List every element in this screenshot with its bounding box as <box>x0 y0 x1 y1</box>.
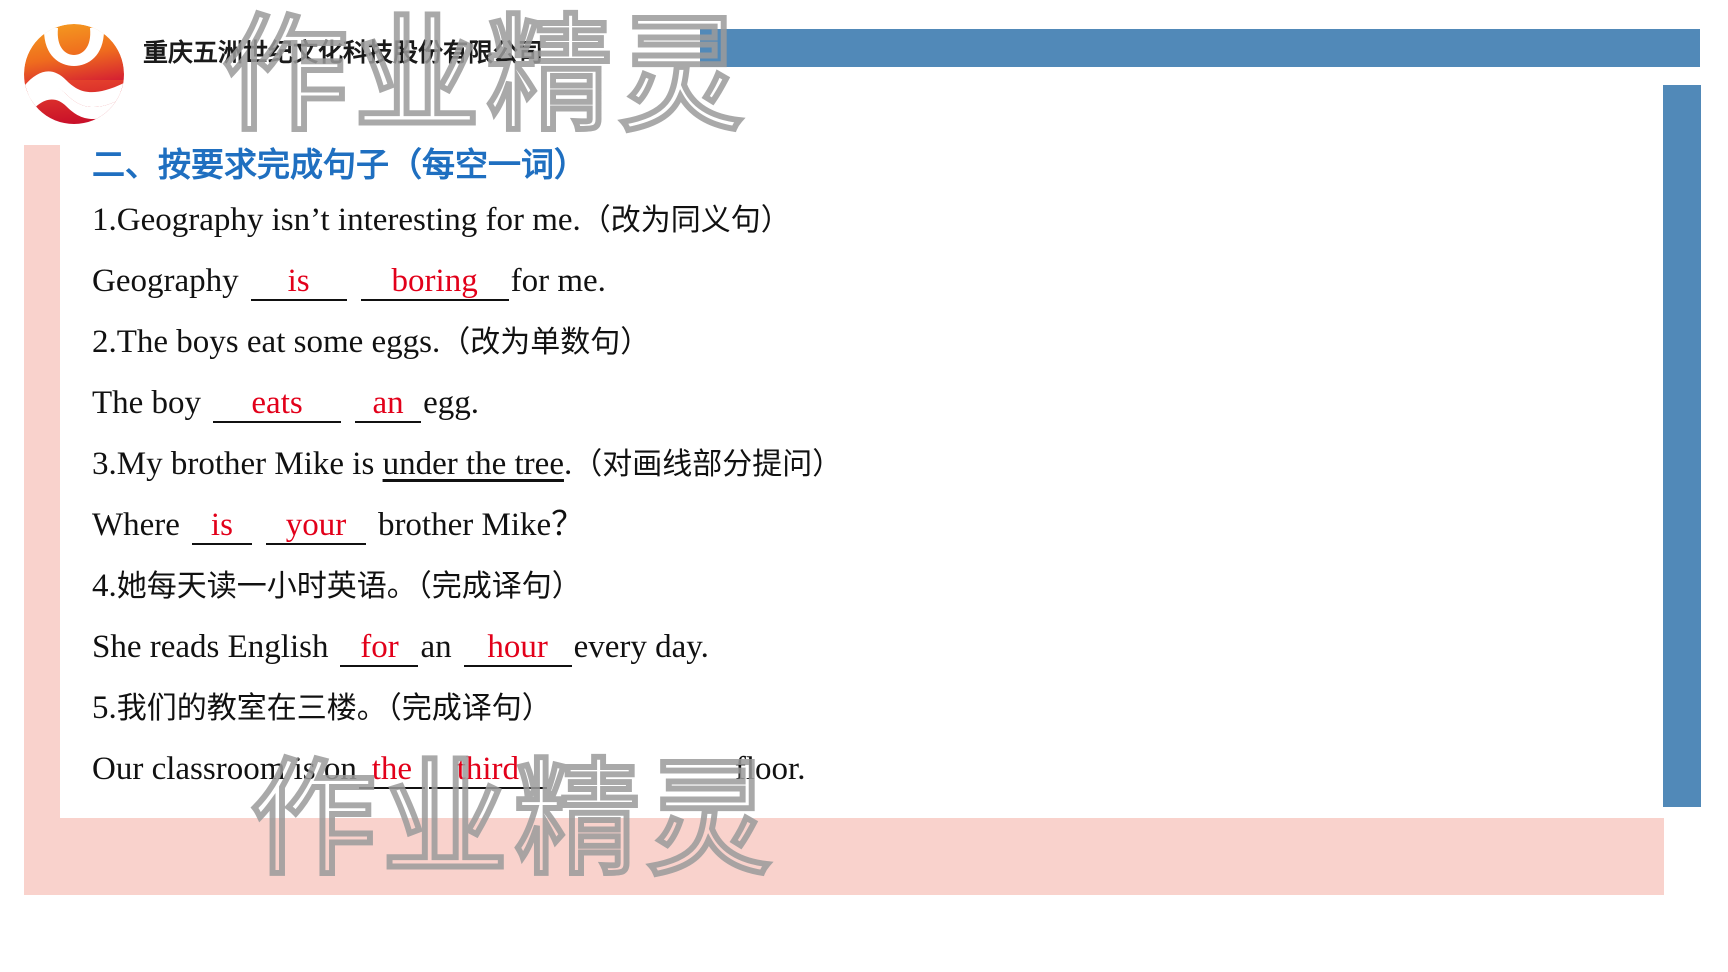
watermark-top: 作业精灵 <box>221 1 750 150</box>
right-blue-bar <box>1663 85 1701 807</box>
question-2-prompt: 2.The boys eat some eggs.（改为单数句） <box>92 312 1632 373</box>
question-1-prompt: 1.Geography isn’t interesting for me.（改为… <box>92 190 1632 251</box>
q3-number: 3. <box>92 446 117 482</box>
q3-prompt-underlined: under the tree <box>382 446 564 482</box>
left-pink-bar <box>24 145 60 888</box>
exercise-content: 二、按要求完成句子（每空一词） 1.Geography isn’t intere… <box>92 140 1632 800</box>
q3-prompt-post: . <box>563 446 573 482</box>
q2-answer-suffix: egg. <box>423 385 479 421</box>
q1-blank-2[interactable]: boring <box>360 264 509 301</box>
section-title: 二、按要求完成句子（每空一词） <box>92 145 587 184</box>
q2-prompt-en: The boys eat some eggs. <box>116 324 441 360</box>
bottom-pink-bar <box>24 818 1664 895</box>
q2-answer-prefix: The boy <box>92 385 202 421</box>
q3-prompt-cn: （对画线部分提问） <box>572 447 843 482</box>
q5-answer-prefix: Our classroom is on <box>92 751 357 787</box>
q1-answer-prefix: Geography <box>92 263 239 299</box>
sun-wave-logo-icon <box>22 22 126 126</box>
q1-blank-1[interactable]: is <box>250 264 347 301</box>
q2-number: 2. <box>92 324 117 360</box>
question-5-answer: Our classroom is on the third floor. <box>92 739 1632 800</box>
q4-blank-2[interactable]: hour <box>463 630 572 667</box>
q4-number: 4. <box>92 568 117 604</box>
q2-blank-1[interactable]: eats <box>213 386 342 423</box>
q5-answer-suffix: floor. <box>734 751 806 787</box>
q3-blank-2[interactable]: your <box>265 508 366 545</box>
company-name: 重庆五洲世纪文化科技股份有限公司 <box>143 38 544 67</box>
q3-answer-suffix: brother Mike？ <box>377 507 585 543</box>
q2-blank-2[interactable]: an <box>355 386 422 423</box>
question-4-prompt: 4.她每天读一小时英语。（完成译句） <box>92 556 1632 617</box>
q1-prompt-en: Geography isn’t interesting for me. <box>116 202 581 238</box>
question-3-answer: Where is your brother Mike？ <box>92 495 1632 556</box>
q3-prompt-pre: My brother Mike is <box>116 446 383 482</box>
question-1-answer: Geography is boring for me. <box>92 251 1632 312</box>
q4-prompt-cn: 她每天读一小时英语。（完成译句） <box>116 569 582 604</box>
q3-answer-prefix: Where <box>92 507 180 543</box>
question-3-prompt: 3.My brother Mike is under the tree.（对画线… <box>92 434 1632 495</box>
q4-answer-middle: an <box>420 629 452 665</box>
q4-blank-1[interactable]: for <box>340 630 419 667</box>
q3-blank-1[interactable]: is <box>191 508 252 545</box>
q4-answer-prefix: She reads English <box>92 629 329 665</box>
q1-number: 1. <box>92 202 117 238</box>
header-blue-bar <box>700 29 1700 67</box>
question-4-answer: She reads English for an hour every day. <box>92 617 1632 678</box>
q5-blank-1[interactable]: the <box>358 752 425 789</box>
question-2-answer: The boy eats an egg. <box>92 373 1632 434</box>
q1-prompt-cn: （改为同义句） <box>580 203 791 238</box>
q4-answer-suffix: every day. <box>573 629 709 665</box>
question-5-prompt: 5.我们的教室在三楼。（完成译句） <box>92 678 1632 739</box>
q5-number: 5. <box>92 690 117 726</box>
q2-prompt-cn: （改为单数句） <box>440 325 651 360</box>
q1-answer-suffix: for me. <box>510 263 606 299</box>
slide-page: 重庆五洲世纪文化科技股份有限公司 二、按要求完成句子（每空一词） 1.Geogr… <box>0 0 1728 972</box>
q5-prompt-cn: 我们的教室在三楼。（完成译句） <box>116 691 552 726</box>
q5-blank-2[interactable]: third <box>428 752 547 789</box>
